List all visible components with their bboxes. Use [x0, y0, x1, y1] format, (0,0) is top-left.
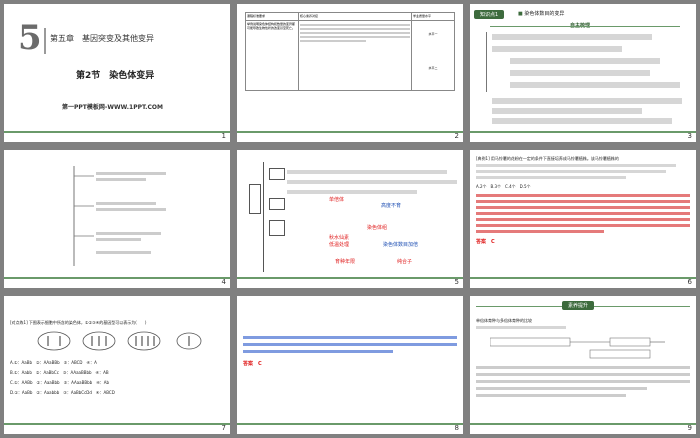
chapter-title: 第五章 基因突变及其他变异: [50, 34, 154, 43]
bracket-line: [486, 32, 487, 92]
comparison-title: 单倍体育种与多倍体育种的比较: [476, 318, 532, 323]
slide-thumbnail-5[interactable]: 单倍体 高度不育 染色体组 秋水仙素 低温处理 染色体数目加倍 育种年限 纯合子…: [237, 150, 463, 288]
blue-word: 高度不育: [381, 203, 402, 209]
explanation-lines: [476, 194, 690, 236]
table-header: 学业质量水平: [411, 12, 455, 21]
flow-diagram: [490, 337, 665, 359]
footer-bar: [4, 277, 230, 279]
option-c: C.①：AABb ②：AaaBbb ③：AAaaBBbb ④：Ab: [10, 380, 110, 385]
red-word: 低温处理: [329, 242, 350, 248]
knowledge-badge: 知识点1: [474, 10, 505, 19]
banner: 素养提升: [562, 301, 595, 310]
chromosome-figure: [37, 331, 202, 351]
question-text: [对点练1] 下图表示细胞中所含的染色体，①②③④的基因型可以表示为( ): [10, 320, 147, 325]
footer-bar: [470, 131, 696, 133]
heading-text: 染色体数目的变异: [524, 11, 565, 17]
table-header: 课程标准要求: [245, 12, 299, 21]
red-word: 育种年限: [335, 259, 356, 265]
knowledge-badge-label: 知识点1: [480, 12, 499, 18]
standards-table: 课程标准要求 核心素养对接 学业质量水平 举例说明染色体结构和数量的变异都可能导…: [245, 12, 455, 91]
sub-heading-line: [490, 26, 680, 27]
section-title: 第2节 染色体变异: [76, 71, 155, 81]
row-box-1: [269, 168, 285, 180]
literacy-cell: [298, 20, 412, 91]
red-word: 纯合子: [397, 259, 413, 265]
row-box-3: [269, 220, 285, 236]
knowledge-heading: ■ 染色体数目的变异: [518, 10, 564, 17]
option-d: D.①：AaBb ②：Aaabbb ③：AaBbCcDd ④：ABCD: [10, 390, 115, 395]
slide-thumbnail-2[interactable]: 课程标准要求 核心素养对接 学业质量水平 举例说明染色体结构和数量的变异都可能导…: [237, 4, 463, 142]
slide-number: 5: [454, 278, 459, 286]
slide-thumbnail-9[interactable]: 素养提升 单倍体育种与多倍体育种的比较 9: [470, 296, 696, 434]
slide-thumbnail-4[interactable]: 4: [4, 150, 230, 288]
red-word: 染色体组: [367, 225, 388, 231]
website-text: 第一PPT模板网-WWW.1PPT.COM: [62, 104, 163, 111]
slide-thumbnail-1[interactable]: 5 第五章 基因突变及其他变异 第2节 染色体变异 第一PPT模板网-WWW.1…: [4, 4, 230, 142]
answer-text: 答案 C: [243, 361, 262, 367]
footer-bar: [4, 131, 230, 133]
chapter-number: 5: [18, 18, 42, 58]
level-cell: 水平一 水平二: [411, 20, 455, 91]
table-header: 核心素养对接: [298, 12, 412, 21]
slide-thumbnail-6[interactable]: [典例1] 用马铃薯的花粉在一定的条件下直接培养成马铃薯植株。该马铃薯植株的 A…: [470, 150, 696, 288]
heading-dot: ■: [518, 11, 523, 17]
example-text: [典例1] 用马铃薯的花粉在一定的条件下直接培养成马铃薯植株。该马铃薯植株的: [476, 156, 619, 161]
bracket-main: [263, 162, 264, 272]
level-2: 水平二: [428, 66, 438, 70]
slide-number: 7: [221, 424, 226, 432]
mind-map-diagram: [73, 166, 166, 266]
footer-bar: [237, 131, 463, 133]
banner-label: 素养提升: [568, 303, 589, 309]
option-b: B.①：Aabb ②：AaBbCc ③：AAaaBBbb ④：AB: [10, 370, 109, 375]
options-text: A.2个 B.3个 C.4个 D.5个: [476, 184, 531, 189]
footer-bar: [237, 423, 463, 425]
red-word: 单倍体: [329, 197, 345, 203]
red-word: 秋水仙素: [329, 235, 350, 241]
standard-cell: 举例说明染色体结构和数量的变异都可能导致生物性状的改变甚至死亡。: [245, 20, 299, 91]
row-box-2: [269, 198, 285, 210]
slide-thumbnail-3[interactable]: 知识点1 ■ 染色体数目的变异 自主梳理 3: [470, 4, 696, 142]
footer-bar: [470, 277, 696, 279]
slide-number: 8: [454, 424, 459, 432]
option-a: A.①：AaBb ②：AAaBBb ③：ABCD ④：A: [10, 360, 97, 365]
slide-number: 1: [221, 132, 226, 140]
slide-thumbnail-7[interactable]: [对点练1] 下图表示细胞中所含的染色体，①②③④的基因型可以表示为( ) A.…: [4, 296, 230, 434]
footer-bar: [470, 423, 696, 425]
slide-number: 4: [221, 278, 226, 286]
analysis-lines: [243, 336, 457, 357]
slide-thumbnail-8[interactable]: 答案 C 8: [237, 296, 463, 434]
level-1: 水平一: [428, 32, 438, 36]
question-lines: [476, 366, 690, 401]
answer-text: 答案 C: [476, 239, 495, 245]
slide-number: 9: [687, 424, 692, 432]
footer-bar: [237, 277, 463, 279]
slide-number: 3: [687, 132, 692, 140]
footer-bar: [4, 423, 230, 425]
slide-number: 6: [687, 278, 692, 286]
chapter-divider: [44, 28, 46, 54]
slide-number: 2: [454, 132, 459, 140]
blue-word: 染色体数目加倍: [383, 242, 419, 248]
vertical-box: [249, 184, 261, 214]
